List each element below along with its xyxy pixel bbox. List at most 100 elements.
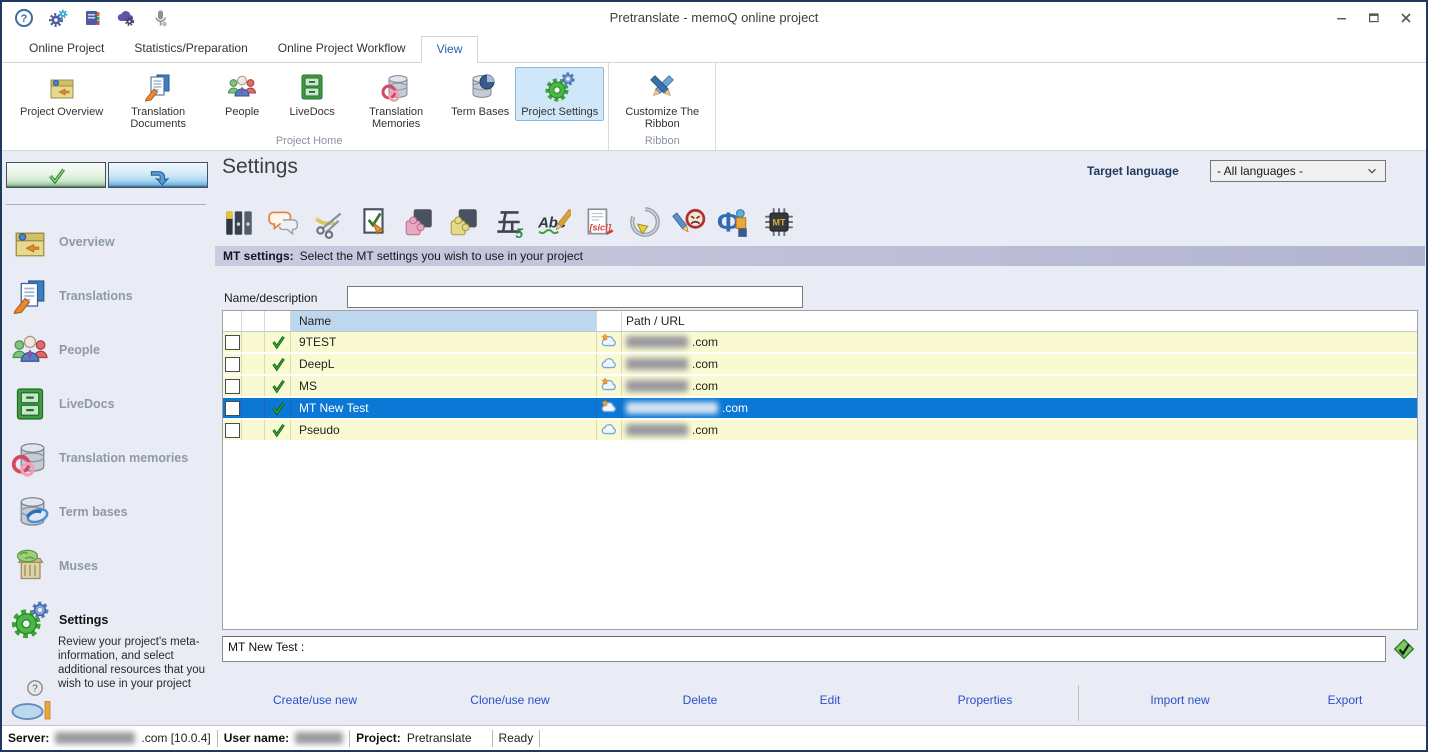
- row-path: .com: [622, 420, 1417, 440]
- ok-button[interactable]: [6, 162, 106, 188]
- ribbon-button-term-bases[interactable]: Term Bases: [445, 67, 515, 121]
- documents-icon: [142, 71, 174, 103]
- ribbon-group-ribbon: Customize The RibbonRibbon: [609, 63, 716, 150]
- cloud-cell: [597, 354, 622, 374]
- status-divider: [492, 730, 493, 747]
- font-substitution-icon[interactable]: Φ: [717, 205, 751, 239]
- mt-chip-icon[interactable]: MT: [762, 205, 796, 239]
- row-name: MT New Test: [291, 398, 597, 418]
- selection-detail-box[interactable]: MT New Test :: [222, 636, 1386, 662]
- ribbon-button-translation-memories[interactable]: Translation Memories: [347, 67, 445, 133]
- sidebar-item-people[interactable]: People: [2, 323, 215, 377]
- green-check-diamond-icon: [1393, 638, 1415, 660]
- table-body: 9TEST.comDeepL.comMS.comMT New Test.comP…: [223, 332, 1417, 442]
- tab-online-project-workflow[interactable]: Online Project Workflow: [263, 36, 421, 62]
- action-import-new[interactable]: Import new: [1150, 693, 1209, 707]
- row-checkbox[interactable]: [225, 401, 240, 416]
- path-redacted: [626, 336, 688, 348]
- action-properties[interactable]: Properties: [958, 693, 1013, 707]
- cloud-star-icon: [600, 399, 618, 417]
- action-export[interactable]: Export: [1328, 693, 1363, 707]
- cloud-cell: [597, 332, 622, 352]
- filter-label: Name/description: [224, 291, 317, 305]
- action-edit[interactable]: Edit: [820, 693, 841, 707]
- status-divider: [217, 730, 218, 747]
- ribbon-button-label: Project Settings: [521, 106, 598, 118]
- redo-arrow-icon: [147, 164, 169, 186]
- row-checkbox[interactable]: [225, 357, 240, 372]
- mt-settings-row[interactable]: MS.com: [223, 376, 1417, 398]
- project-home-sidebar: Overview Translations PeopleLiveDocsTransl…: [2, 151, 215, 725]
- puzzle-pink-icon[interactable]: [402, 205, 436, 239]
- segmentation-scissors-icon[interactable]: [312, 205, 346, 239]
- tab-online-project[interactable]: Online Project: [14, 36, 119, 62]
- row-checkbox[interactable]: [225, 379, 240, 394]
- ribbon-button-people[interactable]: People: [207, 67, 277, 121]
- ribbon-button-project-overview[interactable]: Project Overview: [14, 67, 109, 121]
- status-cell: [265, 354, 291, 374]
- binders-icon[interactable]: [222, 205, 256, 239]
- autoupdate-arrow-icon[interactable]: [627, 205, 661, 239]
- spacer-cell: [242, 332, 265, 352]
- action-create-use-new[interactable]: Create/use new: [273, 693, 357, 707]
- status-divider: [539, 730, 540, 747]
- row-path: .com: [622, 354, 1417, 374]
- ribbon-button-label: Translation Memories: [353, 106, 439, 130]
- row-checkbox[interactable]: [225, 335, 240, 350]
- tab-view[interactable]: View: [421, 36, 479, 63]
- cjk-numbers-icon[interactable]: 5: [492, 205, 526, 239]
- path-suffix: .com: [692, 357, 718, 371]
- header-path-url[interactable]: Path / URL: [622, 311, 1417, 331]
- ribbon-group-label: Project Home: [14, 134, 604, 150]
- target-language-select[interactable]: - All languages -: [1210, 160, 1386, 182]
- sidebar-item-muses[interactable]: Muses: [2, 539, 215, 593]
- sidebar-item-translations[interactable]: Translations: [2, 269, 215, 323]
- ribbon-button-livedocs[interactable]: LiveDocs: [277, 67, 347, 121]
- mt-settings-row[interactable]: MT New Test.com: [223, 398, 1417, 420]
- cloud-star-icon: [600, 377, 618, 395]
- ribbon-button-label: People: [225, 106, 259, 118]
- settings-pane: Settings Target language - All languages…: [215, 151, 1426, 725]
- pencils-icon: [646, 71, 678, 103]
- sidebar-item-label: Translations: [59, 289, 133, 303]
- ribbon-button-project-settings[interactable]: Project Settings: [515, 67, 604, 121]
- maximize-button[interactable]: [1358, 4, 1390, 32]
- tab-statistics-preparation[interactable]: Statistics/Preparation: [119, 36, 262, 62]
- sidebar-item-overview[interactable]: Overview: [2, 215, 215, 269]
- lqa-face-icon[interactable]: [672, 205, 706, 239]
- ribbon-button-customize-the-ribbon[interactable]: Customize The Ribbon: [613, 67, 711, 133]
- chevron-up-icon[interactable]: [1394, 42, 1412, 58]
- forward-button[interactable]: [108, 162, 208, 188]
- action-delete[interactable]: Delete: [683, 693, 718, 707]
- mt-settings-row[interactable]: DeepL.com: [223, 354, 1417, 376]
- mt-settings-row[interactable]: Pseudo.com: [223, 420, 1417, 442]
- ribbon-button-translation-documents[interactable]: Translation Documents: [109, 67, 207, 133]
- puzzle-yellow-icon[interactable]: [447, 205, 481, 239]
- server-value-redacted: [55, 732, 135, 744]
- svg-text:MT: MT: [772, 218, 786, 228]
- question-icon: ?: [26, 679, 44, 697]
- status-cell: [265, 332, 291, 352]
- path-suffix: .com: [692, 379, 718, 393]
- minimize-button[interactable]: [1326, 4, 1358, 32]
- name-description-input[interactable]: [347, 286, 803, 308]
- cloud-cell: [597, 398, 622, 418]
- project-label: Project:: [356, 731, 401, 745]
- sidebar-item-term-bases[interactable]: Term bases: [2, 485, 215, 539]
- spelling-pencil-icon[interactable]: Abc: [537, 205, 571, 239]
- row-checkbox[interactable]: [225, 423, 240, 438]
- qa-check-icon[interactable]: [357, 205, 391, 239]
- sic-document-icon[interactable]: [sic!]: [582, 205, 616, 239]
- sidebar-item-livedocs[interactable]: LiveDocs: [2, 377, 215, 431]
- chat-bubbles-icon[interactable]: [267, 205, 301, 239]
- people-icon: [8, 330, 52, 370]
- check-icon: [45, 164, 67, 186]
- checkbox-cell: [223, 376, 242, 396]
- cloud-plain-icon: [600, 421, 618, 439]
- close-button[interactable]: [1390, 4, 1422, 32]
- mt-settings-row[interactable]: 9TEST.com: [223, 332, 1417, 354]
- header-name[interactable]: Name: [291, 311, 597, 331]
- sidebar-item-translation-memories[interactable]: Translation memories: [2, 431, 215, 485]
- sidebar-divider: [6, 204, 206, 205]
- action-clone-use-new[interactable]: Clone/use new: [470, 693, 549, 707]
